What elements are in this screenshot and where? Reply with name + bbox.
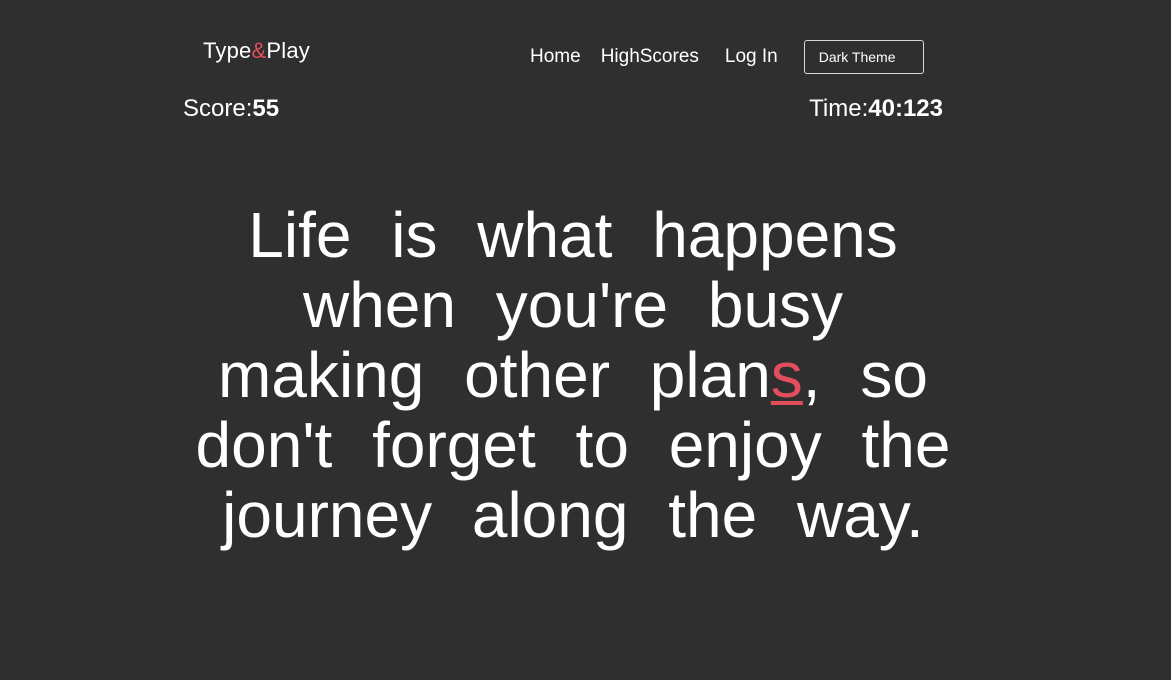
- app-logo[interactable]: Type&Play: [203, 38, 310, 64]
- score-display: Score:55: [183, 95, 279, 123]
- time-value: 40:123: [868, 95, 943, 122]
- score-label: Score:: [183, 95, 253, 122]
- score-value: 55: [252, 95, 280, 122]
- logo-ampersand: &: [251, 38, 267, 63]
- nav-login-link[interactable]: Log In: [725, 46, 778, 68]
- typing-game-app: Type&Play Home HighScores Log In Dark Th…: [0, 0, 1171, 680]
- main-nav: Home HighScores Log In Dark Theme: [530, 40, 924, 74]
- theme-toggle-button[interactable]: Dark Theme: [803, 40, 924, 74]
- current-character: s: [770, 339, 803, 411]
- logo-text-type: Type: [203, 38, 252, 63]
- time-label: Time:: [809, 95, 869, 122]
- nav-highscores-link[interactable]: HighScores: [601, 46, 699, 68]
- timer-display: Time:40:123: [809, 95, 943, 123]
- logo-text-play: Play: [266, 38, 310, 63]
- typing-quote: Life is what happens when you're busy ma…: [190, 200, 956, 550]
- nav-home-link[interactable]: Home: [530, 46, 581, 68]
